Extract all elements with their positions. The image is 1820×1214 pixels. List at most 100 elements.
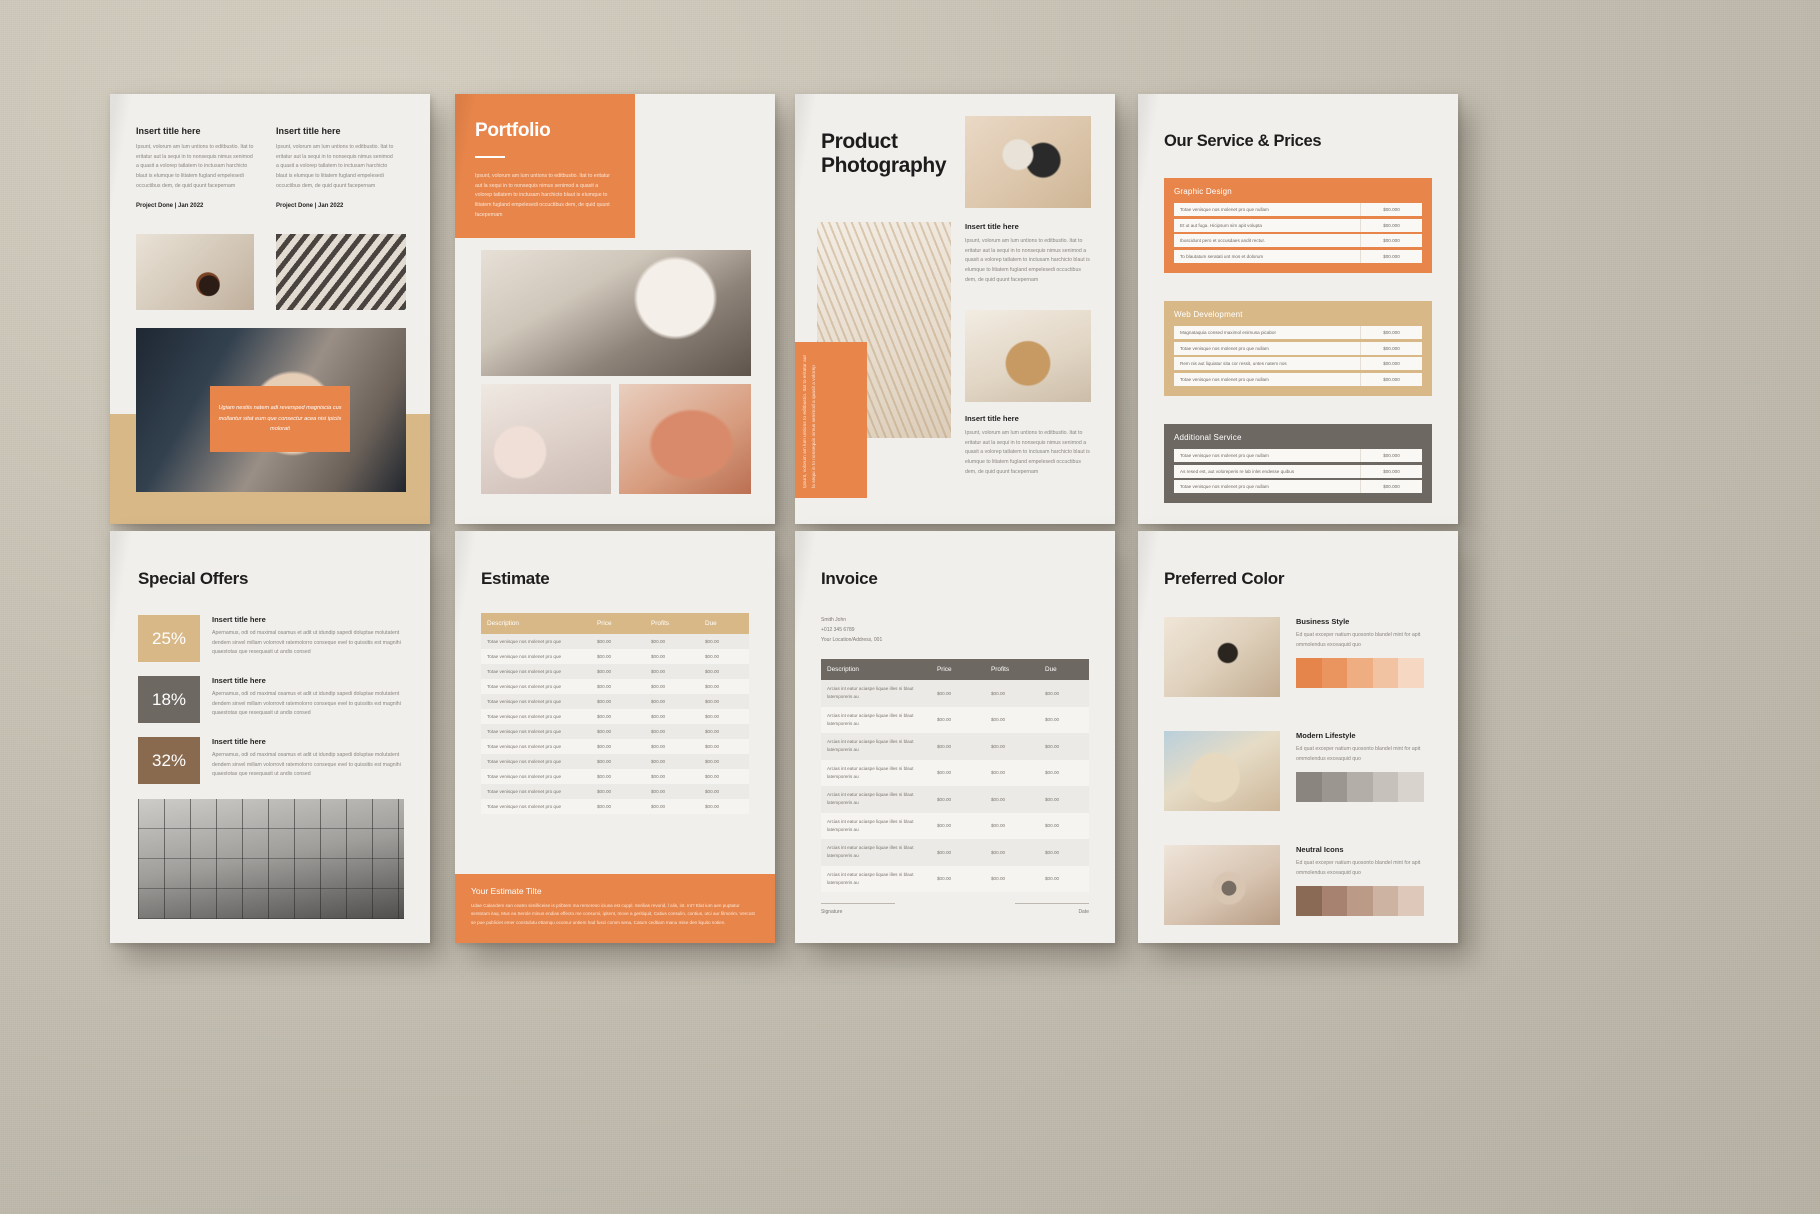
swatch[interactable]	[1347, 658, 1373, 689]
swatch[interactable]	[1347, 772, 1373, 803]
price-row[interactable]: Rem nis aut liquiatur sita cor ressit, u…	[1174, 357, 1422, 370]
cell-profits: $00.00	[991, 743, 1006, 749]
price-row[interactable]: Ibuscidunt pero et occusdaes andit rectu…	[1174, 234, 1422, 247]
rattan-chair-photo	[965, 310, 1091, 402]
estimate-table: Description Price Profits Due Totae veni…	[481, 613, 749, 814]
sunglasses-photo	[1164, 617, 1280, 697]
price-row[interactable]: Totae venisque nos molenet pro que nulla…	[1174, 203, 1422, 216]
offer-text: Insert title here Apernamus, odi od maxi…	[212, 676, 402, 723]
price-desc: Ibuscidunt pero et occusdaes andit rectu…	[1180, 238, 1266, 243]
offer-title: Insert title here	[212, 676, 266, 685]
cell-price: $00.00	[597, 774, 612, 779]
project-columns: Insert title here Ipsunt, volorum am lum…	[136, 126, 394, 209]
table-row[interactable]: Totae venisque nos molenet pro que $00.00…	[481, 679, 749, 694]
price-value: $00.000	[1360, 326, 1422, 339]
table-row[interactable]: Totae venisque nos molenet pro que $00.00…	[481, 784, 749, 799]
price-row[interactable]: Totae venisque nos molenet pro que nulla…	[1174, 372, 1422, 386]
color-item-desc: Ed quat exceper natium quosonto blandel …	[1296, 860, 1421, 876]
offer-text: Insert title here Apernamus, odi od maxi…	[212, 615, 402, 662]
cell-description: Totae venisque nos molenet pro que	[487, 684, 562, 689]
table-row[interactable]: Totae venisque nos molenet pro que $00.00…	[481, 709, 749, 724]
swatch[interactable]	[1398, 658, 1424, 689]
price-value: $00.000	[1360, 372, 1422, 386]
price-row[interactable]: Et ut aut fuga. Hicipsum sim apit volupt…	[1174, 218, 1422, 232]
column-meta: Project Done | Jan 2022	[276, 203, 344, 210]
cell-due: $00.00	[705, 744, 720, 749]
coffee-photo	[136, 234, 254, 310]
signature-field[interactable]: Signature	[821, 903, 895, 915]
date-field[interactable]: Date	[1015, 903, 1089, 915]
page-invoice: Invoice Smith John +012 345 6789 Your Lo…	[795, 531, 1115, 943]
cell-price: $00.00	[937, 717, 952, 723]
price-row[interactable]: To blautatum seratati unt mos et dolorum…	[1174, 249, 1422, 263]
table-row[interactable]: Totae venisque nos molenet pro que $00.00…	[481, 664, 749, 679]
cell-due: $00.00	[705, 684, 720, 689]
table-row[interactable]: Arcias int eatur aciaspe liquae illes ni…	[821, 733, 1089, 760]
swatch[interactable]	[1372, 658, 1399, 689]
cell-profits: $00.00	[651, 639, 666, 644]
swatch[interactable]	[1296, 886, 1322, 917]
table-row[interactable]: Arcias int eatur aciaspe liquae illes ni…	[821, 786, 1089, 813]
table-header-row: Description Price Profits Due	[481, 613, 749, 634]
cell-profits: $00.00	[651, 744, 666, 749]
table-row[interactable]: Totae venisque nos molenet pro que $00.00…	[481, 739, 749, 754]
swatch[interactable]	[1398, 886, 1424, 917]
swatch-row	[1296, 658, 1424, 689]
table-row[interactable]: Arcias int eatur aciaspe liquae illes ni…	[821, 865, 1089, 893]
table-row[interactable]: Arcias int eatur aciaspe liquae illes ni…	[821, 839, 1089, 866]
swatch[interactable]	[1398, 772, 1424, 803]
signature-area: Signature Date	[821, 903, 1089, 915]
vase-objects-photo	[965, 116, 1091, 208]
price-row[interactable]: Totae venisque nos molenet pro que nulla…	[1174, 449, 1422, 462]
cell-profits: $00.00	[651, 789, 666, 794]
cell-profits: $00.00	[651, 804, 666, 809]
table-row[interactable]: Totae venisque nos molenet pro que $00.00…	[481, 649, 749, 664]
cell-profits: $00.00	[651, 669, 666, 674]
swatch[interactable]	[1321, 886, 1348, 917]
price-row[interactable]: Totae venisque nos molenet pro que nulla…	[1174, 341, 1422, 355]
footer-body: Udae Calandem san ceatro similliceise is…	[471, 902, 755, 925]
price-row[interactable]: As resed est, aut voloreperis re lab inl…	[1174, 464, 1422, 478]
table-row[interactable]: Arcias int eatur aciaspe liquae illes ni…	[821, 812, 1089, 840]
swatch[interactable]	[1372, 772, 1399, 803]
color-item-title: Modern Lifestyle	[1296, 731, 1356, 740]
price-row[interactable]: Totae venisque nos molenet pro que nulla…	[1174, 480, 1422, 493]
page-heading: Product Photography	[821, 130, 961, 178]
table-row[interactable]: Totae venisque nos molenet pro que $00.00…	[481, 724, 749, 739]
table-row[interactable]: Totae venisque nos molenet pro que $00.00…	[481, 754, 749, 769]
swatch[interactable]	[1321, 772, 1348, 803]
price-row[interactable]: Magnataquia consed maximol enimusa picab…	[1174, 326, 1422, 339]
table-row[interactable]: Arcias int eatur aciaspe liquae illes ni…	[821, 680, 1089, 707]
table-row[interactable]: Totae venisque nos molenet pro que $00.00…	[481, 694, 749, 709]
offer-text: Insert title here Apernamus, odi od maxi…	[212, 737, 402, 784]
cell-price: $00.00	[597, 804, 612, 809]
title-line-2: Photography	[821, 154, 947, 178]
col-description: Description	[827, 666, 859, 673]
swatch[interactable]	[1296, 658, 1322, 689]
page-product-photography: Product Photography Insert title here Ip…	[795, 94, 1115, 524]
offer-body: Apernamus, odi od maximal osamus et adit…	[212, 752, 401, 778]
table-row[interactable]: Totae venisque nos molenet pro que $00.00…	[481, 769, 749, 784]
cell-price: $00.00	[597, 669, 612, 674]
color-item: Neutral Icons Ed quat exceper natium quo…	[1164, 845, 1424, 925]
table-row[interactable]: Arcias int eatur aciaspe liquae illes ni…	[821, 706, 1089, 734]
cell-price: $00.00	[597, 759, 612, 764]
caption-block-top: Insert title here Ipsunt, volorum am lum…	[965, 222, 1093, 285]
caption-body: Ipsunt, volorum am lum untions to editbu…	[965, 430, 1090, 475]
table-row[interactable]: Totae venisque nos molenet pro que $00.00…	[481, 634, 749, 649]
cell-due: $00.00	[1045, 717, 1060, 723]
swatch[interactable]	[1321, 658, 1348, 689]
cell-due: $00.00	[1045, 796, 1060, 802]
cell-profits: $00.00	[991, 717, 1006, 723]
cell-due: $00.00	[1045, 770, 1060, 776]
table-row[interactable]: Arcias int eatur aciaspe liquae illes ni…	[821, 759, 1089, 787]
cell-price: $00.00	[597, 714, 612, 719]
table-row[interactable]: Totae venisque nos molenet pro que $00.00…	[481, 799, 749, 814]
cell-description: Arcias int eatur aciaspe liquae illes ni…	[827, 871, 914, 885]
swatch[interactable]	[1347, 886, 1373, 917]
swatch[interactable]	[1296, 772, 1322, 803]
swatch[interactable]	[1372, 886, 1399, 917]
cell-description: Totae venisque nos molenet pro que	[487, 744, 562, 749]
offer-percent: 32%	[151, 750, 187, 770]
page-title: Invoice	[821, 569, 878, 588]
